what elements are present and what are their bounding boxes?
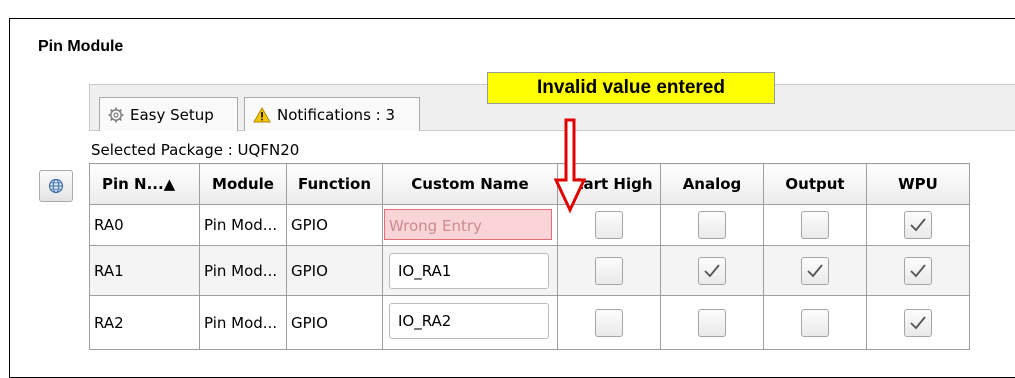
warning-icon <box>253 106 271 122</box>
callout-arrow-icon <box>553 118 587 214</box>
start-high-cell <box>557 245 661 296</box>
panel-title: Pin Module <box>38 38 124 55</box>
analog-checkbox[interactable] <box>698 211 726 239</box>
wpu-checkbox[interactable] <box>904 211 932 239</box>
column-header-analog[interactable]: Analog <box>660 163 764 205</box>
module-cell: Pin Mod... <box>199 204 287 246</box>
analog-checkbox[interactable] <box>698 308 726 337</box>
start-high-checkbox[interactable] <box>595 211 623 239</box>
table-row: RA2 Pin Mod... GPIO IO_RA2 <box>89 295 970 350</box>
wpu-cell <box>866 245 970 296</box>
output-cell <box>763 295 867 350</box>
module-cell: Pin Mod... <box>199 295 287 350</box>
invalid-value-callout: Invalid value entered <box>487 72 775 104</box>
start-high-checkbox[interactable] <box>595 308 623 337</box>
checkmark-icon <box>910 315 926 329</box>
analog-cell <box>660 204 764 246</box>
globe-button[interactable] <box>39 170 73 202</box>
custom-name-cell: IO_RA2 <box>382 295 558 350</box>
output-checkbox[interactable] <box>801 256 829 285</box>
function-cell: GPIO <box>286 295 383 350</box>
column-header-module[interactable]: Module <box>199 163 287 205</box>
table-header-row: Pin N...▲ Module Function Custom Name St… <box>89 163 970 205</box>
table-row: RA1 Pin Mod... GPIO IO_RA1 <box>89 245 970 296</box>
output-checkbox[interactable] <box>801 211 829 239</box>
column-header-function[interactable]: Function <box>286 163 383 205</box>
wpu-cell <box>866 204 970 246</box>
checkmark-icon <box>704 263 720 277</box>
analog-checkbox[interactable] <box>698 256 726 285</box>
custom-name-cell: IO_RA1 <box>382 245 558 296</box>
output-cell <box>763 245 867 296</box>
checkmark-icon <box>910 218 926 232</box>
checkmark-icon <box>807 263 823 277</box>
checkmark-icon <box>910 263 926 277</box>
tab-easy-setup[interactable]: Easy Setup <box>99 97 238 131</box>
pin-cell: RA2 <box>89 295 200 350</box>
module-cell: Pin Mod... <box>199 245 287 296</box>
column-header-custom-name[interactable]: Custom Name <box>382 163 558 205</box>
column-header-output[interactable]: Output <box>763 163 867 205</box>
custom-name-input-error[interactable]: Wrong Entry <box>384 209 552 240</box>
pin-cell: RA1 <box>89 245 200 296</box>
custom-name-input[interactable]: IO_RA1 <box>389 253 549 289</box>
wpu-checkbox[interactable] <box>904 256 932 285</box>
wpu-checkbox[interactable] <box>904 308 932 337</box>
start-high-checkbox[interactable] <box>595 256 623 285</box>
analog-cell <box>660 295 764 350</box>
custom-name-cell: Wrong Entry <box>382 204 558 246</box>
selected-package-label: Selected Package : UQFN20 <box>91 141 300 159</box>
tab-easy-setup-label: Easy Setup <box>130 105 214 124</box>
output-cell <box>763 204 867 246</box>
custom-name-input[interactable]: IO_RA2 <box>389 303 549 339</box>
tab-notifications-label: Notifications : 3 <box>277 105 396 124</box>
analog-cell <box>660 245 764 296</box>
gear-icon <box>108 107 124 122</box>
output-checkbox[interactable] <box>801 308 829 337</box>
pin-table: Pin N...▲ Module Function Custom Name St… <box>89 163 970 350</box>
function-cell: GPIO <box>286 245 383 296</box>
tab-notifications[interactable]: Notifications : 3 <box>244 97 420 131</box>
column-header-pin[interactable]: Pin N...▲ <box>89 163 200 205</box>
pin-cell: RA0 <box>89 204 200 246</box>
function-cell: GPIO <box>286 204 383 246</box>
wpu-cell <box>866 295 970 350</box>
column-header-wpu[interactable]: WPU <box>866 163 970 205</box>
globe-icon <box>48 178 64 194</box>
start-high-cell <box>557 295 661 350</box>
table-row: RA0 Pin Mod... GPIO Wrong Entry <box>89 204 970 246</box>
